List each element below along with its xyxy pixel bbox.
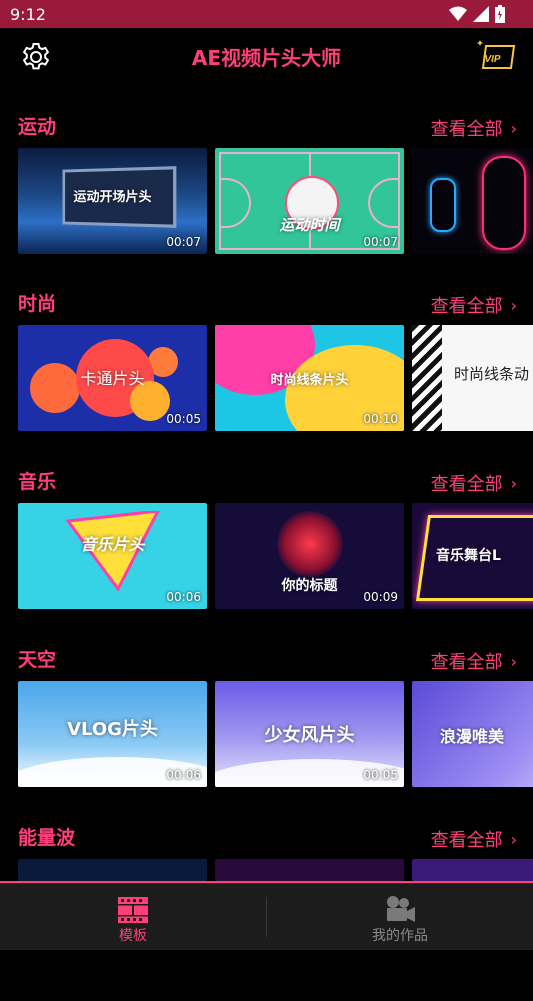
nav-my-works[interactable]: 我的作品 <box>267 891 533 945</box>
template-card[interactable]: 音乐舞台L <box>412 503 533 609</box>
nav-my-works-label: 我的作品 <box>372 928 428 944</box>
status-time: 9:12 <box>10 4 46 24</box>
card-duration: 00:05 <box>166 412 201 426</box>
nav-templates-label: 模板 <box>119 928 147 944</box>
card-title: 运动时间 <box>279 216 340 234</box>
section-sports: 运动 查看全部 › 运动开场片头 00:07 运动时间 00:07 <box>0 112 533 290</box>
section-title: 音乐 <box>18 471 57 493</box>
video-camera-icon <box>387 896 415 922</box>
battery-icon <box>495 5 505 23</box>
card-duration: 00:06 <box>166 768 201 782</box>
chevron-right-icon: › <box>510 651 517 671</box>
template-card[interactable]: 浪漫唯美 <box>412 681 533 787</box>
template-row: VLOG片头 00:06 少女风片头 00:05 浪漫唯美 <box>18 681 533 787</box>
template-card[interactable] <box>412 859 533 881</box>
card-duration: 00:05 <box>363 768 398 782</box>
template-card[interactable]: 时尚线条片头 00:10 <box>215 325 404 431</box>
template-card[interactable] <box>412 148 533 254</box>
see-all-link[interactable]: 查看全部 › <box>431 826 517 852</box>
signal-icon <box>473 6 489 22</box>
see-all-link[interactable]: 查看全部 › <box>431 470 517 496</box>
app-title: AE视频片头大师 <box>191 46 342 70</box>
film-icon <box>118 897 148 923</box>
template-card[interactable]: 运动开场片头 00:07 <box>18 148 207 254</box>
template-card[interactable]: 音乐片头 00:06 <box>18 503 207 609</box>
template-row <box>18 859 533 881</box>
template-card[interactable] <box>215 859 404 881</box>
see-all-label: 查看全部 <box>430 830 503 851</box>
template-row: 音乐片头 00:06 你的标题 00:09 音乐舞台L <box>18 503 533 609</box>
card-title: VLOG片头 <box>67 719 158 740</box>
see-all-link[interactable]: 查看全部 › <box>431 648 517 674</box>
chevron-right-icon: › <box>510 295 517 315</box>
template-card[interactable]: VLOG片头 00:06 <box>18 681 207 787</box>
wifi-icon <box>449 6 467 21</box>
card-duration: 00:07 <box>363 235 398 249</box>
section-title: 时尚 <box>18 293 57 315</box>
card-title: 时尚线条动 <box>454 365 530 383</box>
section-music: 音乐 查看全部 › 音乐片头 00:06 你的标题 00:09 音乐舞台L <box>0 467 533 645</box>
card-title: 卡通片头 <box>80 369 145 388</box>
see-all-label: 查看全部 <box>430 296 503 317</box>
see-all-link[interactable]: 查看全部 › <box>431 115 517 141</box>
card-title: 少女风片头 <box>264 725 355 746</box>
card-title: 浪漫唯美 <box>440 727 505 746</box>
chevron-right-icon: › <box>510 118 517 138</box>
see-all-link[interactable]: 查看全部 › <box>431 292 517 318</box>
template-card[interactable]: 时尚线条动 <box>412 325 533 431</box>
svg-text:VIP: VIP <box>483 54 501 65</box>
template-row: 卡通片头 00:05 时尚线条片头 00:10 时尚线条动 <box>18 325 533 431</box>
see-all-label: 查看全部 <box>430 119 503 140</box>
section-sky: 天空 查看全部 › VLOG片头 00:06 少女风片头 00:05 浪漫唯美 <box>0 645 533 823</box>
template-card[interactable]: 卡通片头 00:05 <box>18 325 207 431</box>
vip-icon[interactable]: VIP <box>476 34 518 74</box>
chevron-right-icon: › <box>510 829 517 849</box>
status-bar: 9:12 <box>0 0 533 28</box>
card-duration: 00:07 <box>166 235 201 249</box>
card-duration: 00:06 <box>166 590 201 604</box>
template-card[interactable]: 你的标题 00:09 <box>215 503 404 609</box>
card-duration: 00:09 <box>363 590 398 604</box>
section-title: 天空 <box>18 649 57 671</box>
card-title: 时尚线条片头 <box>270 373 349 388</box>
app-bar: AE视频片头大师 VIP <box>0 28 533 86</box>
template-card[interactable]: 运动时间 00:07 <box>215 148 404 254</box>
card-title: 音乐片头 <box>80 535 145 554</box>
see-all-label: 查看全部 <box>430 652 503 673</box>
chevron-right-icon: › <box>510 473 517 493</box>
card-title: 音乐舞台L <box>436 548 501 564</box>
bottom-nav: 模板 我的作品 <box>0 881 533 950</box>
card-title: 运动开场片头 <box>73 190 152 205</box>
section-title: 运动 <box>18 116 57 138</box>
nav-templates[interactable]: 模板 <box>0 891 266 945</box>
template-card[interactable]: 少女风片头 00:05 <box>215 681 404 787</box>
card-duration: 00:10 <box>363 412 398 426</box>
template-card[interactable] <box>18 859 207 881</box>
section-title: 能量波 <box>18 827 76 849</box>
template-row: 运动开场片头 00:07 运动时间 00:07 <box>18 148 533 254</box>
see-all-label: 查看全部 <box>430 474 503 495</box>
section-fashion: 时尚 查看全部 › 卡通片头 00:05 时尚线条片头 00:10 时尚线条动 <box>0 289 533 467</box>
